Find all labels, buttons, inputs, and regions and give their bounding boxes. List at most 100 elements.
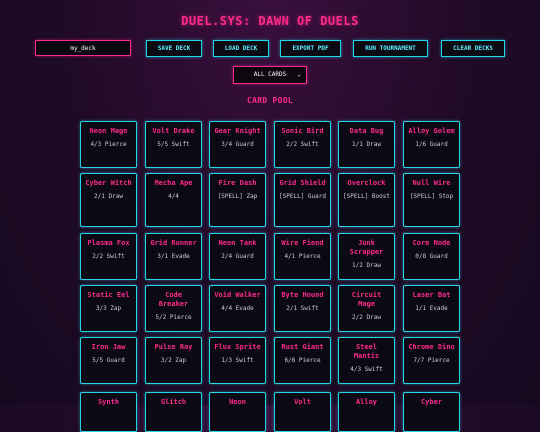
card-stats: 3/3 Zap — [95, 305, 122, 312]
card-stats: [SPELL] Boost — [343, 193, 390, 200]
card-stats: 1/1 Evade — [415, 305, 448, 312]
card-name: Volt Drake — [152, 127, 195, 135]
card-tile[interactable]: Chrome Dino 7/7 Pierce — [403, 337, 460, 384]
card-name: Void Walker — [214, 291, 261, 299]
card-stats: 5/5 Guard — [92, 357, 125, 364]
deck-name-input[interactable] — [35, 40, 131, 56]
card-name: Neon Tank — [218, 239, 257, 247]
card-tile[interactable]: Byte Hound 2/1 Swift — [274, 285, 331, 332]
card-name: Chrome Dino — [408, 343, 455, 351]
card-name: Flux Sprite — [214, 343, 261, 351]
card-name: Plasma Fox — [87, 239, 130, 247]
card-stats: 2/1 Swift — [286, 305, 319, 312]
card-tile[interactable]: Volt — [274, 392, 331, 432]
card-stats: 2/2 Swift — [286, 141, 319, 148]
card-tile[interactable]: Static Eel 3/3 Zap — [80, 285, 137, 332]
card-stats: 2/1 Draw — [94, 193, 123, 200]
card-tile[interactable]: Neon Tank 2/4 Guard — [209, 233, 266, 280]
card-tile[interactable]: Null Wire [SPELL] Stop — [403, 173, 460, 227]
card-stats: 7/7 Pierce — [413, 357, 450, 364]
card-stats: 3/4 Guard — [221, 141, 254, 148]
card-stats: [SPELL] Stop — [409, 193, 454, 200]
toolbar: SAVE DECK LOAD DECK EXPORT PDF RUN TOURN… — [35, 40, 515, 58]
card-tile[interactable]: Mecha Ape 4/4 — [145, 173, 202, 227]
card-tile[interactable]: Neon Mage 4/3 Pierce — [80, 121, 137, 168]
card-name: Iron Jaw — [91, 343, 126, 351]
card-stats: 4/3 Swift — [350, 366, 383, 373]
card-tile[interactable]: Volt Drake 5/5 Swift — [145, 121, 202, 168]
card-stats: 4/4 — [168, 193, 179, 200]
card-tile[interactable]: Plasma Fox 2/2 Swift — [80, 233, 137, 280]
card-tile[interactable]: Alloy — [338, 392, 395, 432]
card-name: Steel Mantis — [353, 343, 380, 360]
card-tile[interactable]: Synth — [80, 392, 137, 432]
card-stats: 4/4 Evade — [221, 305, 254, 312]
card-tile[interactable]: Void Walker 4/4 Evade — [209, 285, 266, 332]
card-name: Rust Giant — [281, 343, 324, 351]
card-name: Alloy — [355, 398, 378, 406]
clear-decks-button[interactable]: CLEAR DECKS — [441, 40, 505, 57]
run-tournament-button[interactable]: RUN TOURNAMENT — [353, 40, 428, 57]
card-stats: 1/2 Draw — [352, 262, 381, 269]
card-tile[interactable]: Sonic Bird 2/2 Swift — [274, 121, 331, 168]
card-tile[interactable]: Overclock [SPELL] Boost — [338, 173, 395, 227]
card-tile[interactable]: Rust Giant 6/6 Pierce — [274, 337, 331, 384]
export-pdf-button[interactable]: EXPORT PDF — [280, 40, 341, 57]
card-stats: 2/2 Draw — [352, 314, 381, 321]
card-tile[interactable]: Iron Jaw 5/5 Guard — [80, 337, 137, 384]
card-name: Pulse Ray — [154, 343, 193, 351]
card-tile[interactable]: Flux Sprite 1/3 Swift — [209, 337, 266, 384]
card-tile[interactable]: Alloy Golem 1/6 Guard — [403, 121, 460, 168]
card-tile[interactable]: Laser Bat 1/1 Evade — [403, 285, 460, 332]
card-tile[interactable]: Grid Runner 3/1 Evade — [145, 233, 202, 280]
card-name: Byte Hound — [281, 291, 324, 299]
load-deck-button[interactable]: LOAD DECK — [213, 40, 269, 57]
card-name: Glitch — [160, 398, 187, 406]
card-name: Circuit Mage — [351, 291, 382, 308]
card-tile[interactable]: Cyber Witch 2/1 Draw — [80, 173, 137, 227]
card-stats: 0/8 Guard — [415, 253, 448, 260]
app-title: DUEL.SYS: DAWN OF DUELS — [181, 14, 359, 28]
card-tile[interactable]: Pulse Ray 3/2 Zap — [145, 337, 202, 384]
card-name: Data Bug — [349, 127, 384, 135]
card-tile[interactable]: Cyber — [403, 392, 460, 432]
card-tile[interactable]: Grid Shield [SPELL] Guard — [274, 173, 331, 227]
card-filter-selected: ALL CARDS — [253, 71, 287, 78]
card-name: Wire Fiend — [281, 239, 324, 247]
card-name: Cyber — [420, 398, 443, 406]
card-pool-title: CARD POOL — [246, 96, 294, 105]
card-tile[interactable]: Circuit Mage 2/2 Draw — [338, 285, 395, 332]
card-stats: [SPELL] Guard — [279, 193, 326, 200]
card-stats: 4/3 Pierce — [90, 141, 127, 148]
card-stats: 2/4 Guard — [221, 253, 254, 260]
card-name: Sonic Bird — [281, 127, 324, 135]
card-filter-select[interactable]: ALL CARDS ⌄ — [233, 66, 307, 84]
card-name: Static Eel — [87, 291, 130, 299]
card-tile[interactable]: Code Breaker 5/2 Pierce — [145, 285, 202, 332]
save-deck-button[interactable]: SAVE DECK — [146, 40, 202, 57]
card-name: Junk Scrapper — [349, 239, 384, 256]
card-stats: [SPELL] Zap — [217, 193, 258, 200]
card-stats: 5/5 Swift — [157, 141, 190, 148]
card-tile[interactable]: Neon — [209, 392, 266, 432]
card-tile[interactable]: Fire Dash [SPELL] Zap — [209, 173, 266, 227]
card-stats: 5/2 Pierce — [155, 314, 192, 321]
card-tile[interactable]: Steel Mantis 4/3 Swift — [338, 337, 395, 384]
card-name: Neon — [229, 398, 246, 406]
card-tile[interactable]: Wire Fiend 4/1 Pierce — [274, 233, 331, 280]
card-name: Synth — [97, 398, 120, 406]
card-tile[interactable]: Core Node 0/8 Guard — [403, 233, 460, 280]
card-stats: 3/2 Zap — [160, 357, 187, 364]
card-name: Volt — [294, 398, 311, 406]
card-name: Fire Dash — [218, 179, 257, 187]
card-tile[interactable]: Glitch — [145, 392, 202, 432]
card-stats: 1/1 Draw — [352, 141, 381, 148]
card-tile[interactable]: Gear Knight 3/4 Guard — [209, 121, 266, 168]
card-stats: 3/1 Evade — [157, 253, 190, 260]
card-name: Core Node — [412, 239, 451, 247]
card-tile[interactable]: Data Bug 1/1 Draw — [338, 121, 395, 168]
card-tile[interactable]: Junk Scrapper 1/2 Draw — [338, 233, 395, 280]
card-name: Overclock — [347, 179, 386, 187]
card-name: Null Wire — [412, 179, 451, 187]
card-name: Grid Shield — [279, 179, 326, 187]
